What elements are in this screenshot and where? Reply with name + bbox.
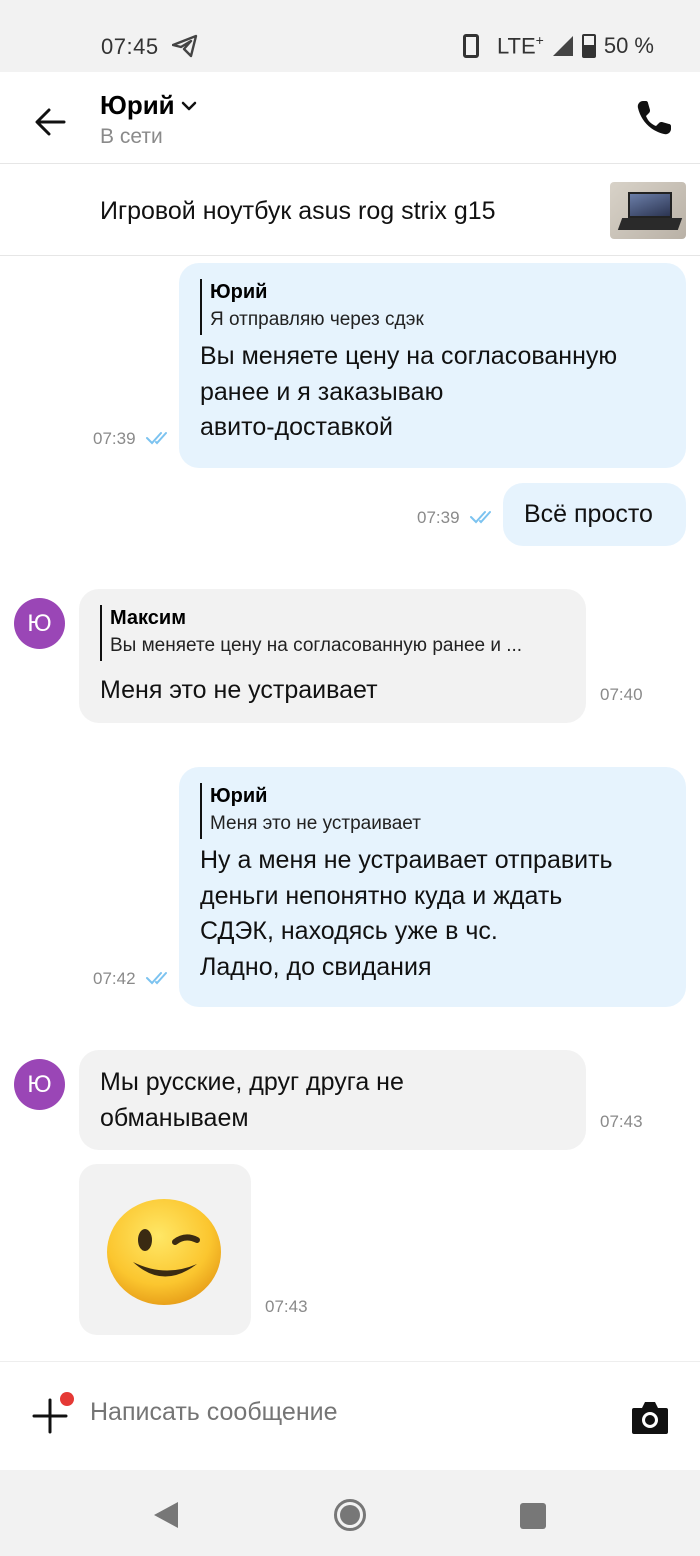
message-bubble-outgoing[interactable]: Всё просто xyxy=(503,483,686,546)
avatar[interactable]: Ю xyxy=(14,598,65,649)
back-arrow-icon xyxy=(35,108,66,136)
message-time: 07:43 xyxy=(265,1297,308,1316)
message-time: 07:39 xyxy=(93,429,136,448)
listing-title: Игровой ноутбук asus rog strix g15 xyxy=(100,197,496,225)
message-input[interactable] xyxy=(90,1398,590,1427)
quote-author: Максим xyxy=(110,607,186,629)
message-text: Ну а меня не устраивает отправить деньги… xyxy=(200,846,613,981)
reply-quote[interactable]: Юрий Меня это не устраивает xyxy=(200,783,665,839)
phone-call-icon[interactable] xyxy=(634,98,674,138)
system-nav-bar xyxy=(0,1470,700,1556)
listing-bar[interactable]: Игровой ноутбук asus rog strix g15 xyxy=(0,164,700,256)
chevron-down-icon xyxy=(181,101,196,110)
message-bubble-outgoing[interactable]: Юрий Меня это не устраивает Ну а меня не… xyxy=(179,767,686,1007)
message-time: 07:40 xyxy=(600,685,643,704)
message-bubble-incoming[interactable]: Максим Вы меняете цену на согласованную … xyxy=(79,589,586,723)
quote-author: Юрий xyxy=(210,785,268,807)
camera-icon[interactable] xyxy=(630,1398,670,1436)
laptop-base-shape xyxy=(617,218,683,230)
winking-face-emoji-icon xyxy=(107,1199,221,1305)
contact-name: Юрий xyxy=(100,90,175,120)
nav-recents-icon[interactable] xyxy=(520,1503,546,1529)
telegram-icon xyxy=(172,34,198,58)
signal-icon xyxy=(552,36,573,56)
message-text: Меня это не устраивает xyxy=(100,676,378,704)
message-time: 07:39 xyxy=(417,508,460,527)
nav-home-icon[interactable] xyxy=(334,1499,366,1531)
nav-back-icon[interactable] xyxy=(152,1500,180,1530)
message-text: Мы русские, друг друга не обманываем xyxy=(100,1068,404,1132)
message-bubble-incoming[interactable]: Мы русские, друг друга не обманываем xyxy=(79,1050,586,1150)
contact-name-button[interactable]: Юрий xyxy=(100,90,197,121)
avatar[interactable]: Ю xyxy=(14,1059,65,1110)
status-bar: 07:45 LTE+ 50 % xyxy=(0,0,700,72)
listing-thumbnail[interactable] xyxy=(610,182,686,239)
message-composer xyxy=(0,1361,700,1470)
double-check-icon xyxy=(470,511,491,524)
status-icons: LTE+ 50 % xyxy=(462,32,654,60)
notification-dot xyxy=(60,1392,74,1406)
back-button[interactable] xyxy=(30,102,70,142)
message-bubble-outgoing[interactable]: Юрий Я отправляю через сдэк Вы меняете ц… xyxy=(179,263,686,468)
laptop-screen-shape xyxy=(628,192,672,218)
network-type: LTE+ xyxy=(496,32,544,59)
battery-percent: 50 % xyxy=(603,33,654,58)
quote-text: Вы меняете цену на согласованную ранее и… xyxy=(110,635,523,656)
contact-status: В сети xyxy=(100,125,163,148)
reply-quote[interactable]: Максим Вы меняете цену на согласованную … xyxy=(100,605,565,661)
message-text: Вы меняете цену на согласованную ранее и… xyxy=(200,342,618,441)
message-time: 07:43 xyxy=(600,1112,643,1131)
battery-icon xyxy=(581,34,596,58)
chat-header: Юрий В сети xyxy=(0,72,700,164)
status-time: 07:45 xyxy=(101,34,159,59)
message-time: 07:42 xyxy=(93,969,136,988)
message-text: Всё просто xyxy=(524,500,653,528)
quote-author: Юрий xyxy=(210,281,268,303)
quote-text: Меня это не устраивает xyxy=(210,813,421,834)
quote-text: Я отправляю через сдэк xyxy=(210,309,424,330)
double-check-icon xyxy=(146,432,167,445)
reply-quote[interactable]: Юрий Я отправляю через сдэк xyxy=(200,279,665,335)
phone-vibrate-icon xyxy=(462,34,479,58)
double-check-icon xyxy=(146,972,167,985)
sticker-message[interactable] xyxy=(79,1164,251,1335)
